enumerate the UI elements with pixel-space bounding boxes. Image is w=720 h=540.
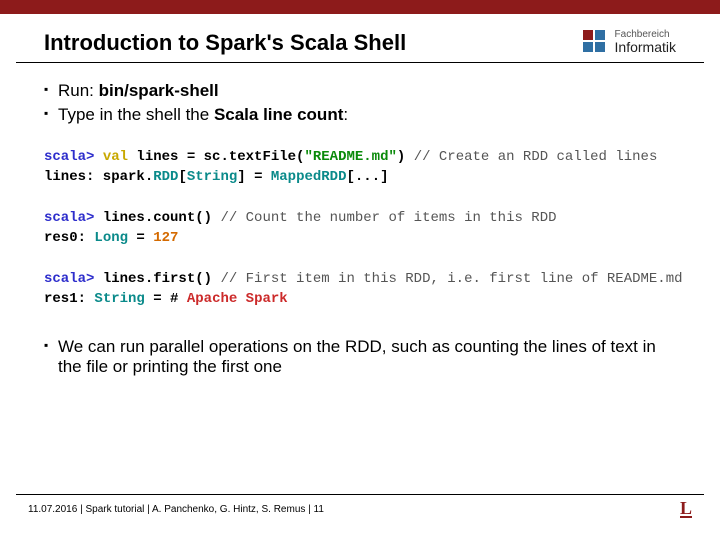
code-line: res1: String = # Apache Spark	[44, 289, 676, 309]
bullet-bold: bin/spark-shell	[99, 81, 219, 100]
code-line: lines: spark.RDD[String] = MappedRDD[...…	[44, 167, 676, 187]
slide-header: Introduction to Spark's Scala Shell Fach…	[16, 14, 704, 63]
footer-logo-icon: L	[680, 501, 692, 518]
bullet-text: Type in the shell the	[58, 105, 214, 124]
slide-title: Introduction to Spark's Scala Shell	[44, 30, 406, 56]
department-text: Fachbereich Informatik	[615, 29, 676, 55]
bullet-text: Run:	[58, 81, 99, 100]
bullet-item: We can run parallel operations on the RD…	[44, 337, 676, 377]
accent-bar	[0, 0, 720, 14]
bullet-suffix: :	[343, 105, 348, 124]
bullet-bold: Scala line count	[214, 105, 343, 124]
code-line: res0: Long = 127	[44, 228, 676, 248]
bullet-item: Run: bin/spark-shell	[44, 81, 676, 101]
department-large: Informatik	[615, 40, 676, 55]
slide-footer: 11.07.2016 | Spark tutorial | A. Panchen…	[16, 494, 704, 518]
code-line: scala> val lines = sc.textFile("README.m…	[44, 147, 676, 167]
code-block: scala> val lines = sc.textFile("README.m…	[44, 147, 676, 309]
bullet-list-bottom: We can run parallel operations on the RD…	[44, 337, 676, 377]
bullet-item: Type in the shell the Scala line count:	[44, 105, 676, 125]
code-line	[44, 188, 676, 208]
logo-squares-icon	[581, 28, 609, 56]
code-line: scala> lines.first() // First item in th…	[44, 269, 676, 289]
bullet-text: We can run parallel operations on the RD…	[58, 337, 656, 376]
footer-text: 11.07.2016 | Spark tutorial | A. Panchen…	[28, 504, 324, 515]
department-logo: Fachbereich Informatik	[581, 28, 676, 56]
code-line	[44, 248, 676, 268]
code-line: scala> lines.count() // Count the number…	[44, 208, 676, 228]
slide-body: Run: bin/spark-shell Type in the shell t…	[0, 63, 720, 377]
bullet-list-top: Run: bin/spark-shell Type in the shell t…	[44, 81, 676, 125]
